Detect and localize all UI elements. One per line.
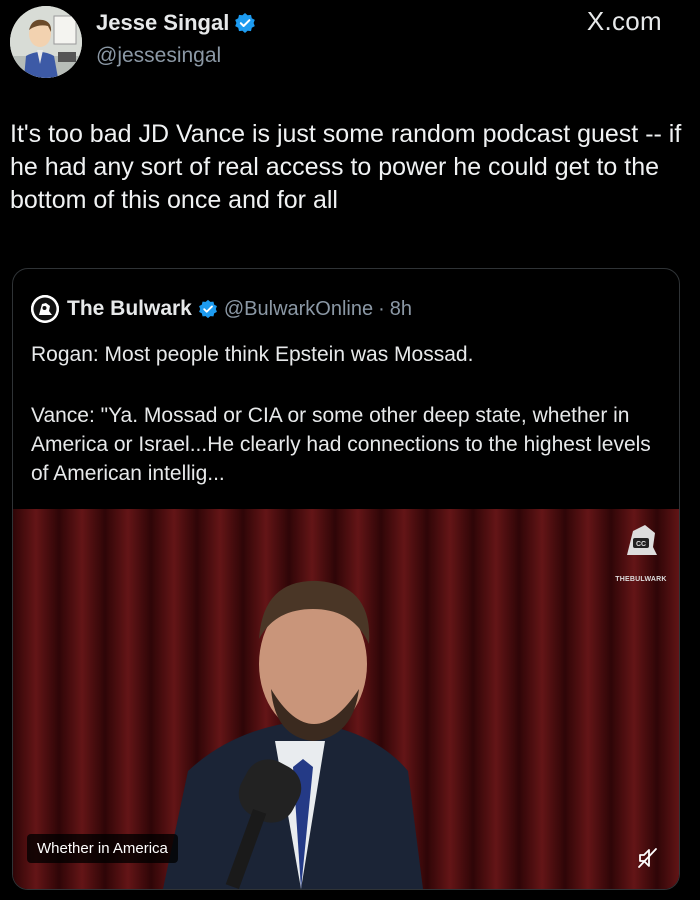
video-caption: Whether in America (27, 834, 178, 863)
quoted-tweet-card[interactable]: The Bulwark @BulwarkOnline · 8h Rogan: M… (12, 268, 680, 890)
quoted-author-name[interactable]: The Bulwark (67, 297, 192, 321)
verified-badge-icon (234, 12, 256, 34)
video-frame (13, 509, 679, 889)
author-name-row: Jesse Singal (96, 10, 256, 36)
mute-button[interactable] (635, 845, 661, 871)
author-name[interactable]: Jesse Singal (96, 10, 229, 36)
speaker-muted-icon (638, 848, 657, 868)
cartoon-portrait-icon (10, 6, 82, 78)
author-avatar[interactable] (10, 6, 82, 78)
quoted-author-handle[interactable]: @BulwarkOnline (224, 298, 373, 321)
quoted-text-line1: Rogan: Most people think Epstein was Mos… (31, 343, 474, 366)
quoted-timestamp[interactable]: 8h (390, 298, 412, 321)
author-handle[interactable]: @jessesingal (96, 44, 221, 68)
bulwark-logo-icon (31, 295, 59, 323)
watermark-text: THEBULWARK (615, 576, 667, 583)
quoted-separator: · (378, 297, 385, 320)
watermark-logo-icon: CC (627, 525, 657, 555)
video-player[interactable]: CC THEBULWARK Whether in America (13, 509, 679, 889)
svg-text:CC: CC (636, 541, 646, 548)
quoted-verified-badge-icon (198, 299, 218, 319)
quoted-text-line2: Vance: "Ya. Mossad or CIA or some other … (31, 404, 651, 485)
site-label: X.com (586, 6, 662, 36)
tweet-text: It's too bad JD Vance is just some rando… (10, 120, 682, 214)
quoted-header: The Bulwark @BulwarkOnline · 8h (31, 295, 412, 323)
bulwark-watermark: CC THEBULWARK (613, 521, 669, 583)
